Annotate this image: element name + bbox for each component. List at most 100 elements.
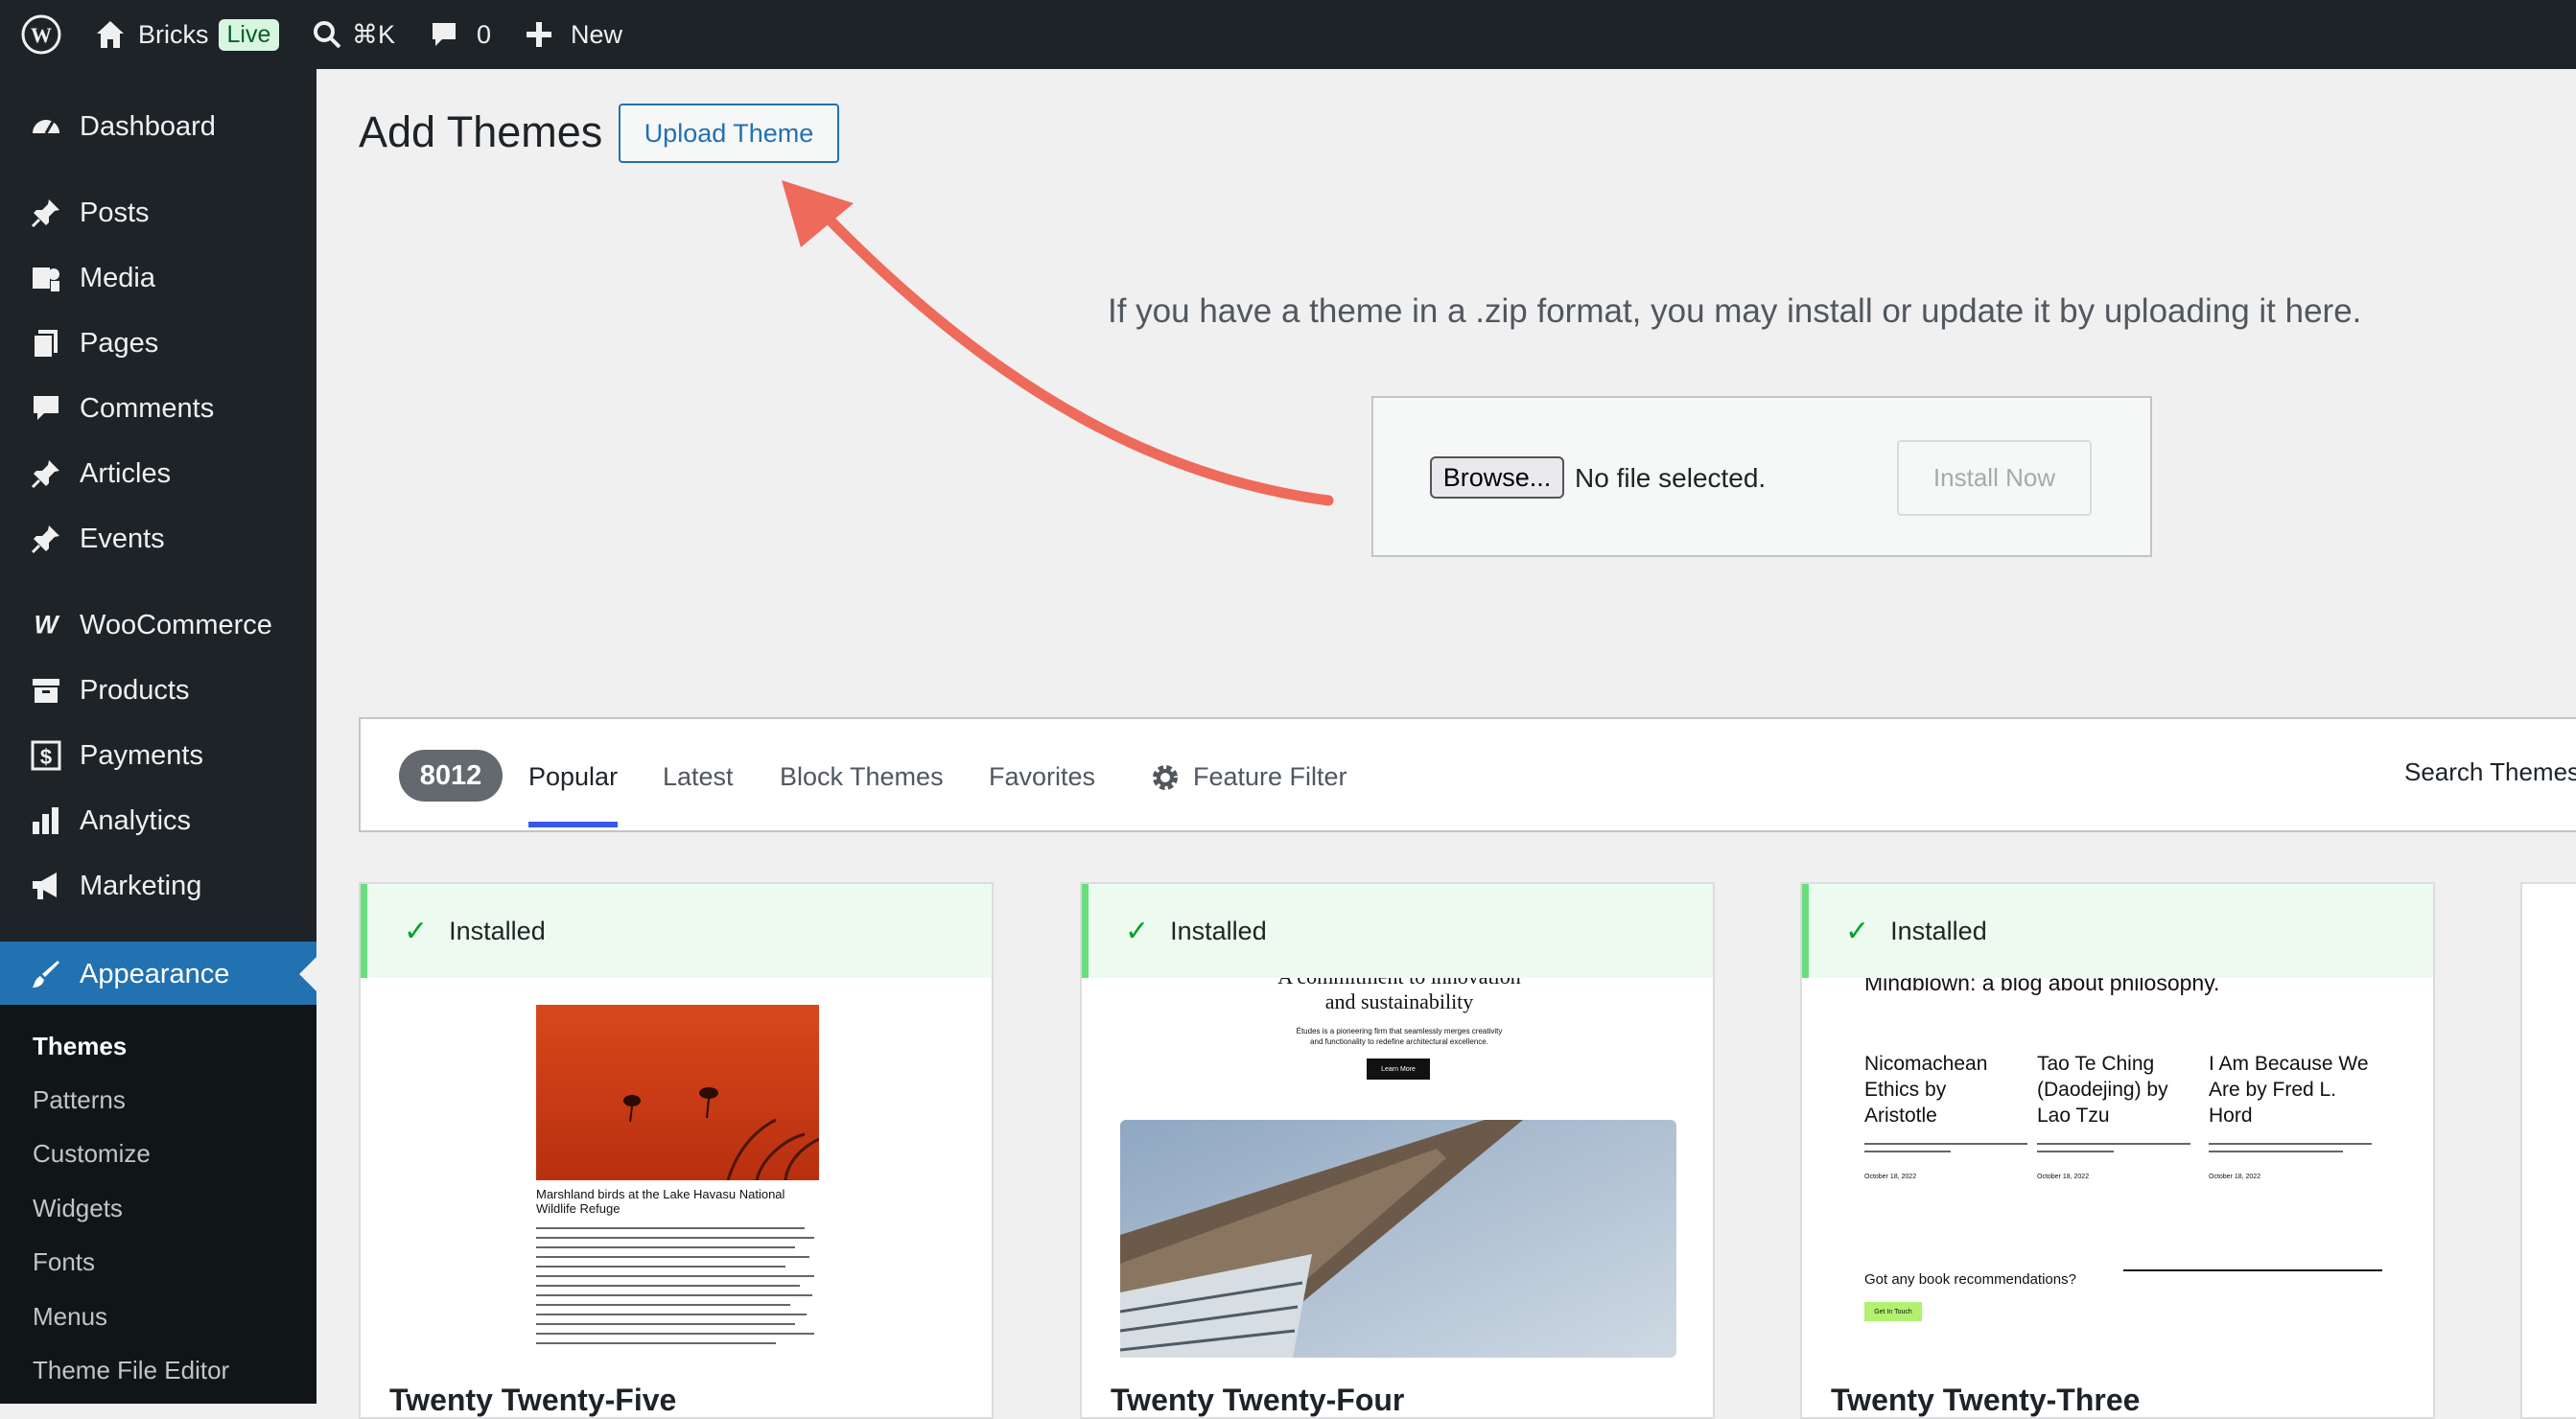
submenu-item-theme-file-editor[interactable]: Theme File Editor	[33, 1356, 229, 1385]
command-search[interactable]: ⌘K	[312, 0, 395, 69]
theme-card-twenty-twenty-five[interactable]: ✓ Installed Marshland birds at the Lake …	[359, 882, 994, 1419]
submenu-item-themes[interactable]: Themes	[33, 1032, 127, 1061]
bar-chart-icon	[29, 803, 63, 838]
live-badge: Live	[218, 18, 280, 51]
sidebar-item-appearance[interactable]: Appearance	[0, 942, 316, 1007]
preview-caption: Marshland birds at the Lake Havasu Natio…	[536, 1187, 785, 1216]
theme-name: Twenty Twenty-Three	[1831, 1383, 2141, 1417]
paintbrush-icon	[29, 957, 63, 991]
active-tab-indicator	[528, 822, 618, 827]
upload-theme-button[interactable]: Upload Theme	[619, 104, 839, 163]
sidebar-item-articles[interactable]: Articles	[0, 445, 316, 502]
preview-post-title: Nicomachean Ethics by Aristotle	[1864, 1053, 1988, 1127]
sidebar-item-label: Posts	[80, 197, 150, 228]
preview-text-line	[536, 1275, 814, 1277]
preview-heading: and sustainability	[1324, 989, 1474, 1013]
preview-text-line	[536, 1342, 776, 1344]
sidebar-item-events[interactable]: Events	[0, 510, 316, 568]
preview-button: Get In Touch	[1864, 1302, 1922, 1321]
theme-count-badge: 8012	[399, 750, 503, 802]
preview-post-title: Tao Te Ching (Daodejing) by Lao Tzu	[2037, 1053, 2168, 1127]
installed-notice: ✓ Installed	[361, 884, 992, 978]
wordpress-logo-icon[interactable]: W	[21, 0, 61, 69]
building-photo	[1120, 1120, 1676, 1358]
sidebar-item-woocommerce[interactable]: W WooCommerce	[0, 596, 316, 654]
theme-card-twenty-twenty-four[interactable]: ✓ Installed A commitment to innovation a…	[1080, 882, 1715, 1419]
appearance-submenu: Themes Patterns Customize Widgets Fonts …	[0, 1005, 316, 1404]
sidebar-item-posts[interactable]: Posts	[0, 184, 316, 242]
sidebar-item-label: Dashboard	[80, 110, 216, 142]
woo-icon: W	[29, 608, 63, 642]
tab-latest[interactable]: Latest	[663, 762, 734, 792]
sidebar-item-comments[interactable]: Comments	[0, 380, 316, 437]
submenu-item-fonts[interactable]: Fonts	[33, 1247, 95, 1277]
sidebar-item-marketing[interactable]: Marketing	[0, 857, 316, 915]
feature-filter-label: Feature Filter	[1193, 762, 1347, 791]
sidebar-item-label: Events	[80, 523, 165, 554]
megaphone-icon	[29, 869, 63, 903]
svg-text:W: W	[34, 613, 59, 638]
sidebar-item-media[interactable]: Media	[0, 249, 316, 307]
preview-text-line	[2209, 1143, 2372, 1145]
plus-icon	[525, 20, 553, 49]
preview-text-line	[536, 1227, 805, 1229]
preview-text-line	[2037, 1143, 2190, 1145]
sidebar-item-payments[interactable]: $ Payments	[0, 727, 316, 784]
install-now-button[interactable]: Install Now	[1897, 440, 2092, 516]
theme-card-twenty-twenty-three[interactable]: ✓ Installed Mindblown: a blog about phil…	[1800, 882, 2435, 1419]
preview-footer-text: Got any book recommendations?	[1864, 1271, 2076, 1288]
theme-name: Twenty Twenty-Four	[1111, 1383, 1405, 1417]
new-content-link[interactable]: New	[525, 0, 622, 69]
submenu-item-customize[interactable]: Customize	[33, 1139, 151, 1169]
pin-icon	[29, 196, 63, 230]
preview-heading: A commitment to innovation	[1082, 978, 1713, 989]
dollar-icon: $	[29, 738, 63, 773]
sidebar-item-label: Articles	[80, 457, 172, 489]
comment-icon	[29, 391, 63, 426]
page-title: Add Themes	[359, 107, 603, 156]
comments-link[interactable]: 0	[429, 0, 491, 69]
notice-text: Installed	[1890, 916, 1987, 945]
sidebar-item-analytics[interactable]: Analytics	[0, 792, 316, 849]
feature-filter-button[interactable]: Feature Filter	[1151, 762, 1347, 792]
checkmark-icon: ✓	[1845, 915, 1870, 947]
installed-notice: ✓ Installed	[1802, 884, 2433, 978]
comment-count: 0	[477, 19, 492, 49]
sidebar-item-pages[interactable]: Pages	[0, 314, 316, 372]
preview-text-line	[536, 1237, 814, 1239]
theme-name: Twenty Twenty-Five	[389, 1383, 677, 1417]
tab-block-themes[interactable]: Block Themes	[780, 762, 944, 792]
gear-icon	[1151, 763, 1180, 792]
preview-post-date: October 18, 2022	[2037, 1174, 2090, 1180]
tab-popular[interactable]: Popular	[528, 762, 618, 792]
annotation-arrow	[782, 180, 1334, 506]
site-home-link[interactable]: Bricks Live	[94, 0, 280, 69]
checkmark-icon: ✓	[404, 915, 429, 947]
pin-icon	[29, 456, 63, 491]
preview-divider	[2123, 1269, 2382, 1271]
theme-card-partial[interactable]	[2520, 882, 2576, 1419]
sidebar-item-dashboard[interactable]: Dashboard	[0, 98, 316, 155]
preview-post-date: October 18, 2022	[1864, 1174, 1917, 1180]
sidebar-item-products[interactable]: Products	[0, 662, 316, 719]
dashboard-icon	[29, 109, 63, 144]
submenu-item-menus[interactable]: Menus	[33, 1302, 107, 1332]
pages-icon	[29, 326, 63, 361]
archive-icon	[29, 673, 63, 708]
upload-description: If you have a theme in a .zip format, yo…	[1108, 292, 2362, 330]
file-status: No file selected.	[1575, 463, 1767, 493]
preview-text-line	[536, 1285, 800, 1287]
preview-text-line	[1864, 1143, 2027, 1145]
browse-button[interactable]: Browse...	[1430, 456, 1564, 499]
media-icon	[29, 261, 63, 295]
notice-text: Installed	[1170, 916, 1267, 945]
submenu-item-patterns[interactable]: Patterns	[33, 1085, 126, 1115]
preview-text-line	[2209, 1151, 2343, 1152]
site-name: Bricks	[138, 19, 209, 49]
sidebar-item-label: Products	[80, 674, 190, 706]
search-icon	[312, 19, 342, 50]
preview-text-line	[1864, 1151, 1951, 1152]
submenu-item-widgets[interactable]: Widgets	[33, 1194, 123, 1223]
installed-notice: ✓ Installed	[1082, 884, 1713, 978]
tab-favorites[interactable]: Favorites	[989, 762, 1095, 792]
